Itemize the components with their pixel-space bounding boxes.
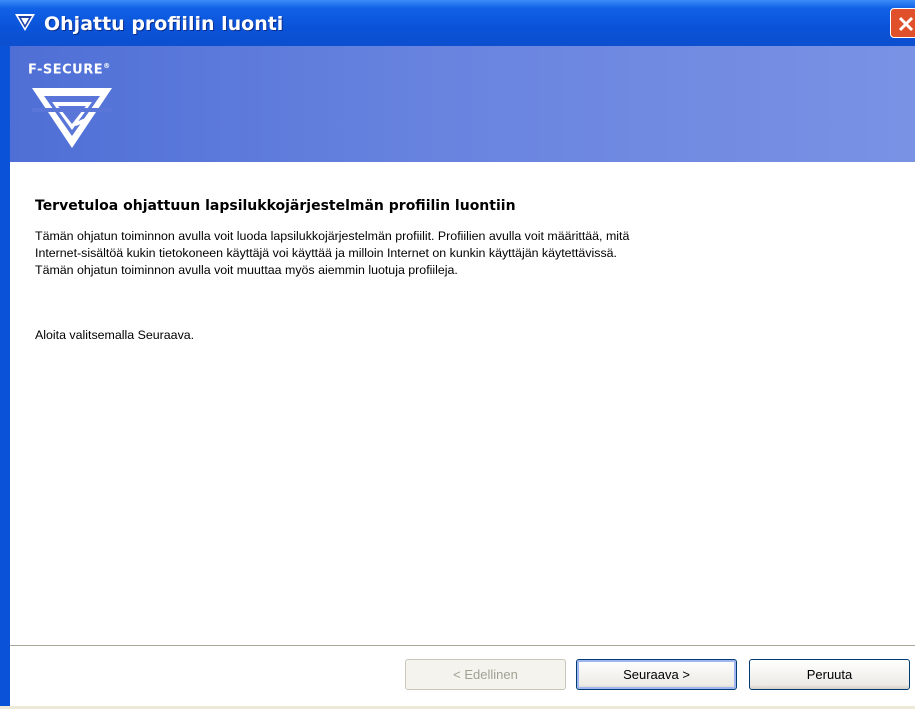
f-secure-shield-icon xyxy=(14,11,36,33)
page-title: Tervetuloa ohjattuun lapsilukkojärjestel… xyxy=(35,198,516,214)
description-line: Tämän ohjatun toiminnon avulla voit muut… xyxy=(35,263,458,277)
welcome-content: Tervetuloa ohjattuun lapsilukkojärjestel… xyxy=(35,198,885,279)
close-icon xyxy=(898,16,914,32)
footer-separator-highlight xyxy=(10,646,915,647)
cancel-button[interactable]: Peruuta xyxy=(749,659,910,690)
description-line: Internet-sisältöä kukin tietokoneen käyt… xyxy=(35,246,617,260)
next-button[interactable]: Seuraava > xyxy=(576,659,737,690)
header-banner: F-SECURE® xyxy=(10,46,915,162)
previous-button[interactable]: < Edellinen xyxy=(405,659,566,690)
description-paragraph: Tämän ohjatun toiminnon avulla voit luod… xyxy=(35,228,885,279)
description-line: Tämän ohjatun toiminnon avulla voit luod… xyxy=(35,229,630,243)
start-instruction: Aloita valitsemalla Seuraava. xyxy=(35,328,195,342)
close-button[interactable] xyxy=(890,8,915,38)
brand-name: F-SECURE® xyxy=(28,62,111,78)
window-frame-left xyxy=(0,46,10,709)
window-title: Ohjattu profiilin luonti xyxy=(44,13,284,35)
f-secure-logo-icon xyxy=(32,84,112,155)
title-bar[interactable]: Ohjattu profiilin luonti xyxy=(0,0,915,46)
